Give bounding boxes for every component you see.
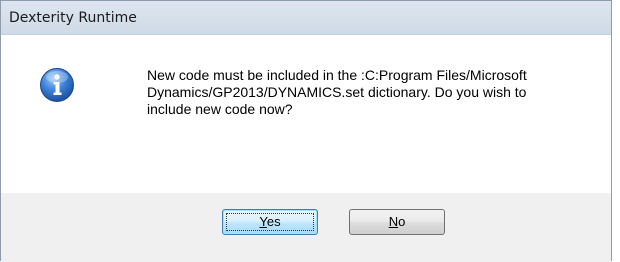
title-bar[interactable]: Dexterity Runtime [1, 1, 611, 35]
info-icon [39, 67, 75, 103]
window-title: Dexterity Runtime [9, 10, 137, 26]
no-mnemonic: N [388, 214, 399, 229]
yes-label-rest: es [266, 214, 281, 229]
yes-mnemonic: Y [259, 214, 267, 229]
dialog-body: New code must be included in the :C:Prog… [1, 35, 611, 193]
no-label-rest: o [398, 214, 406, 229]
no-button[interactable]: No [349, 209, 445, 235]
dialog-message: New code must be included in the :C:Prog… [147, 67, 527, 117]
message-dialog: Dexterity Runtime New code must be inclu… [0, 0, 612, 262]
yes-button[interactable]: Yes [222, 209, 318, 235]
button-bar: Yes No [1, 193, 611, 262]
